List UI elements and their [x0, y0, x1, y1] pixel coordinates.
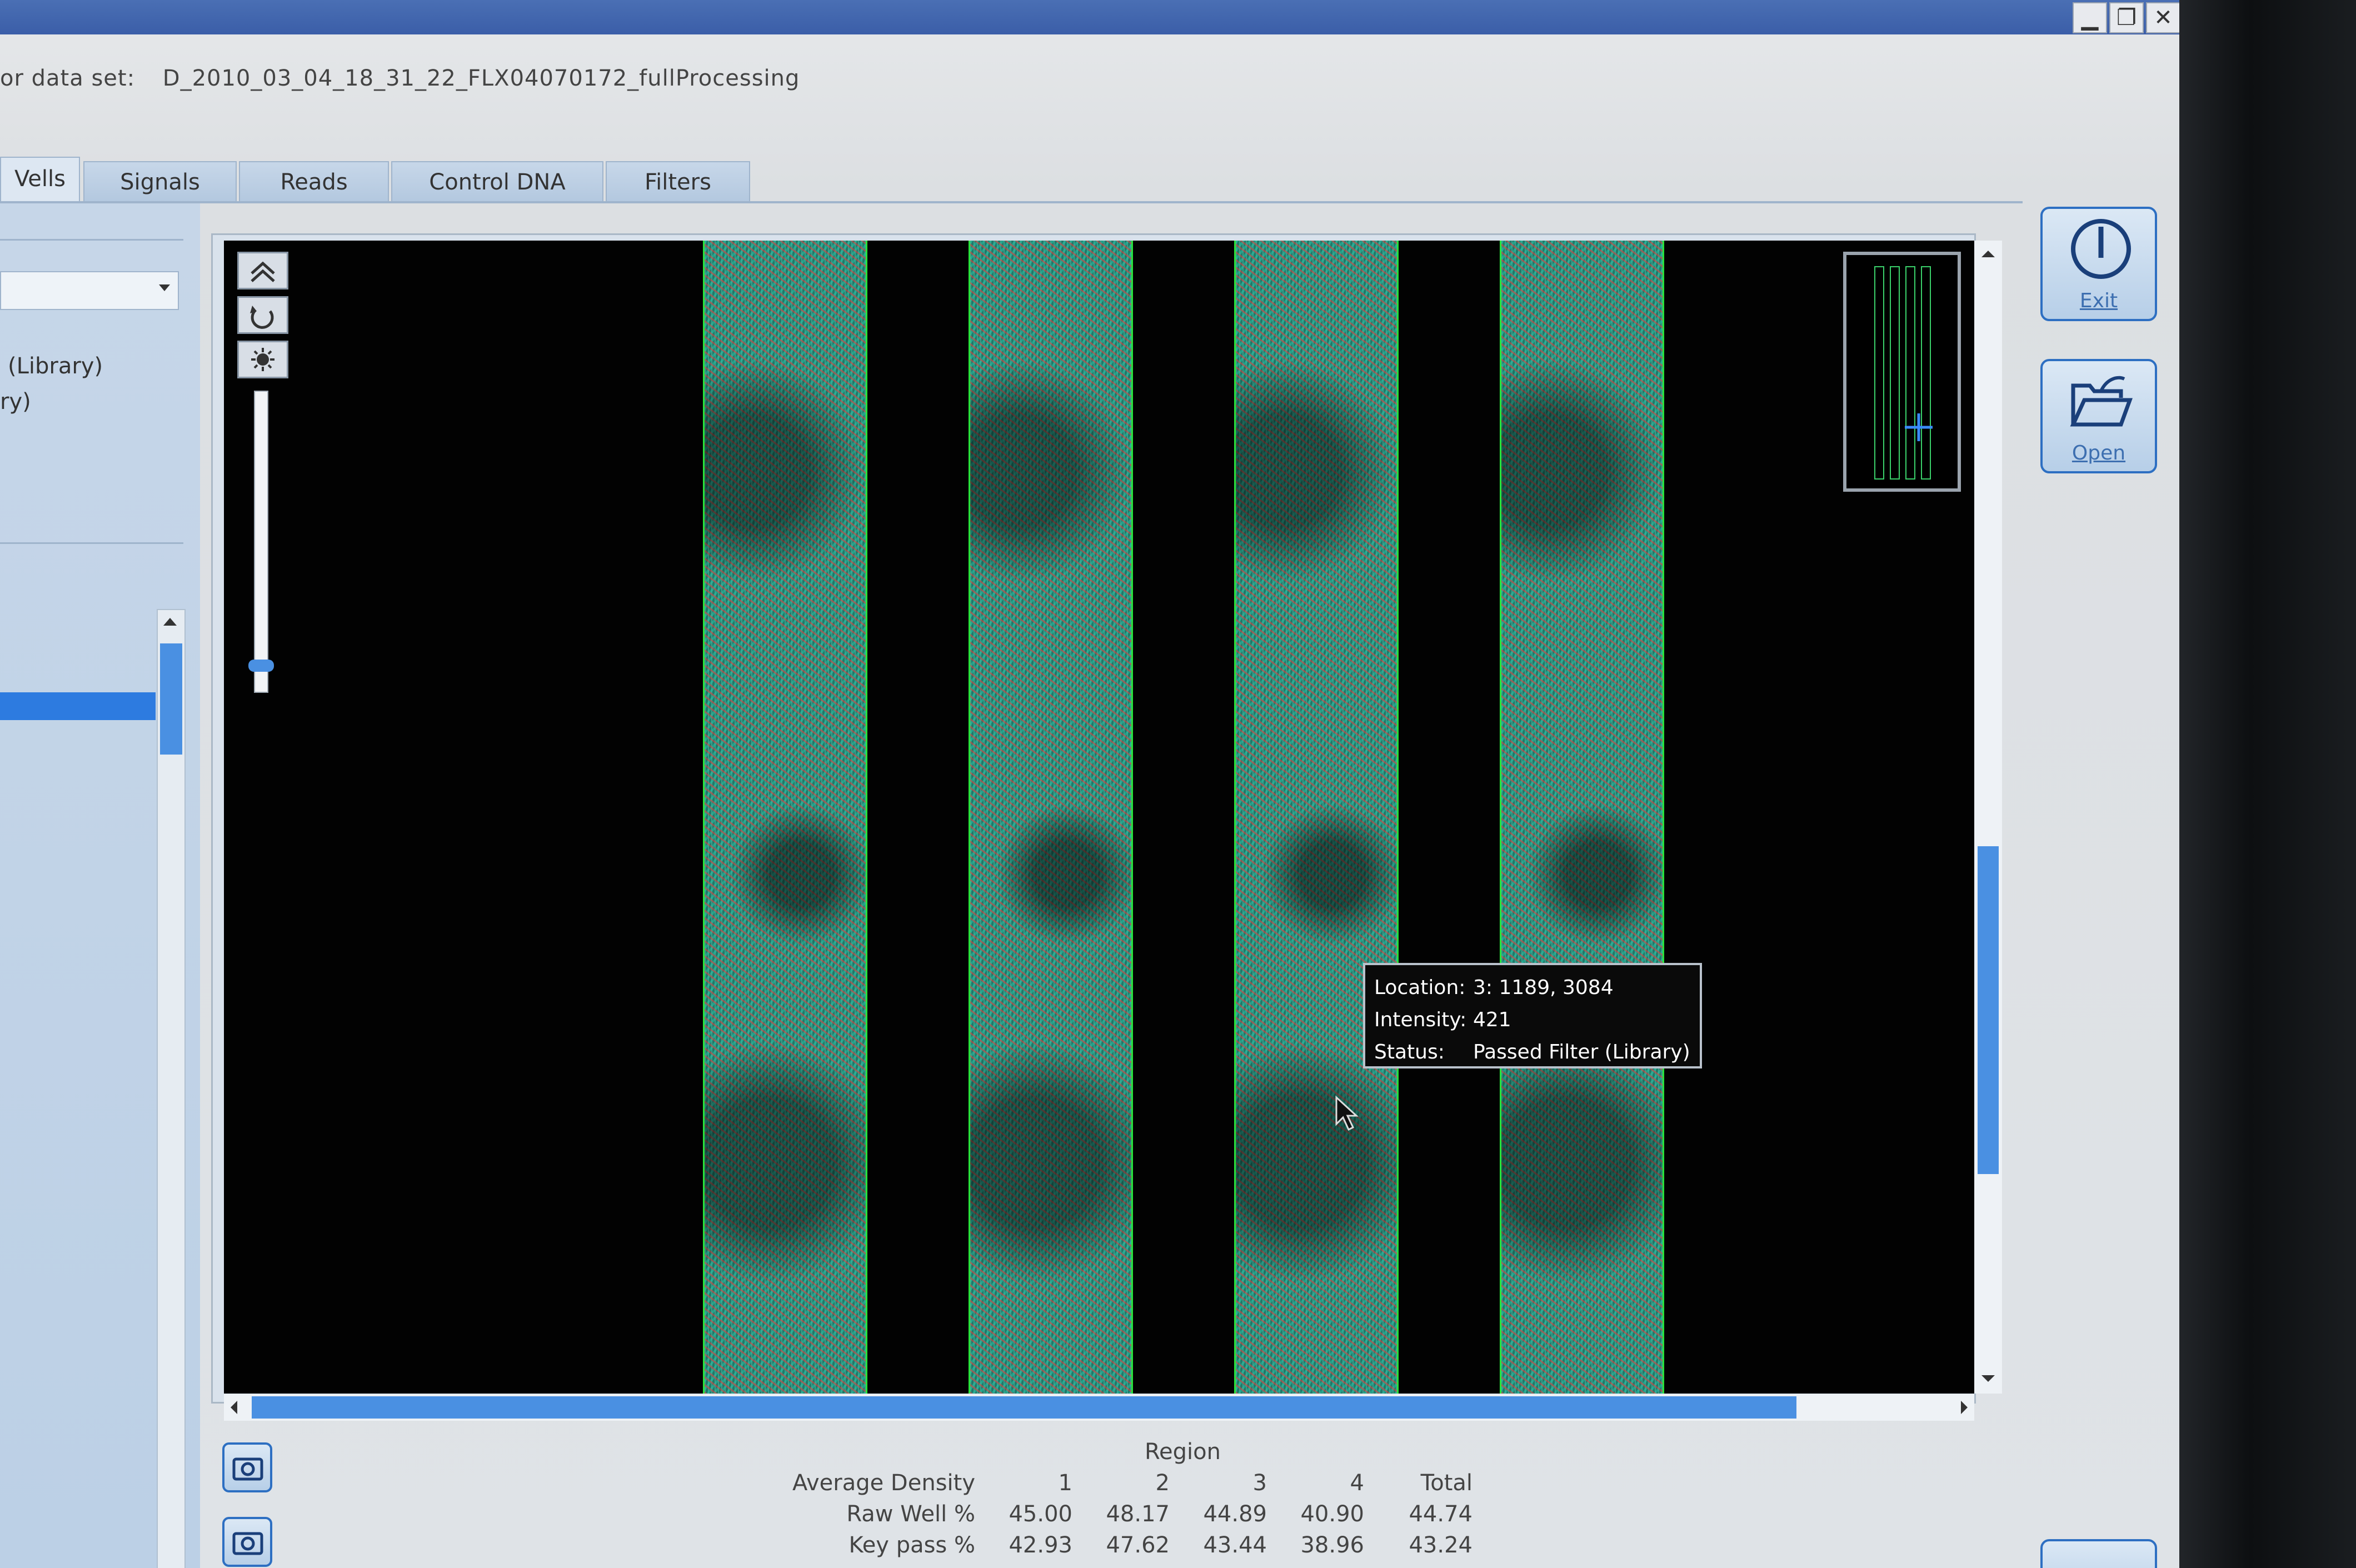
region-lane-2 — [969, 241, 1133, 1394]
minimap-lane — [1921, 266, 1931, 480]
region-title: Region — [1145, 1439, 1221, 1465]
stats-header-row: Average Density 1 2 3 4 Total — [789, 1470, 1478, 1498]
stats-header-1: 1 — [1058, 1470, 1072, 1496]
well-viewer: Location: 3: 1189, 3084 Intensity: 421 Sta… — [211, 233, 2002, 1421]
brightness-button[interactable] — [237, 341, 288, 378]
double-chevron-up-icon — [251, 261, 275, 282]
camera-icon — [232, 1532, 263, 1555]
open-label: Open — [2072, 442, 2126, 465]
list-scroll-thumb[interactable] — [160, 643, 182, 755]
horizontal-scroll-thumb[interactable] — [252, 1396, 1796, 1419]
region-lane-3 — [1234, 241, 1399, 1394]
stats-header-3: 3 — [1252, 1470, 1267, 1496]
snapshot-button[interactable] — [222, 1442, 272, 1492]
stats-cell: 42.93 — [1009, 1532, 1072, 1558]
zoom-slider-thumb[interactable] — [248, 659, 274, 672]
dataset-label: or data set: — [0, 66, 136, 91]
dataset-line: or data set: D_2010_03_04_18_31_22_FLX04… — [0, 66, 800, 91]
tab-control-dna[interactable]: Control DNA — [391, 161, 603, 202]
horizontal-scrollbar[interactable] — [224, 1394, 1974, 1421]
scroll-left-icon[interactable] — [229, 1401, 238, 1414]
plate-image-canvas[interactable]: Location: 3: 1189, 3084 Intensity: 421 Sta… — [224, 241, 1974, 1394]
tooltip-location-key: Location: — [1374, 976, 1466, 999]
monitor-bezel — [2179, 0, 2356, 1568]
crosshair-icon — [1905, 413, 1933, 441]
left-panel: (Library) ry) — [0, 203, 200, 1568]
folder-open-icon — [2070, 376, 2133, 427]
minimap-lane — [1905, 266, 1915, 480]
list-scrollbar[interactable] — [157, 609, 186, 1568]
list-item-selected[interactable] — [0, 692, 156, 720]
exit-button[interactable]: Exit — [2040, 207, 2157, 321]
stats-cell: 40.90 — [1300, 1501, 1364, 1527]
option-library[interactable]: (Library) — [8, 353, 103, 379]
vertical-scrollbar[interactable] — [1974, 241, 2002, 1394]
chevron-down-icon — [159, 284, 170, 291]
tab-wells[interactable]: Vells — [0, 157, 80, 203]
scroll-down-icon[interactable] — [1981, 1374, 1995, 1383]
region-lane-4 — [1500, 241, 1664, 1394]
option-library-2[interactable]: ry) — [0, 389, 31, 415]
filter-dropdown[interactable] — [0, 271, 179, 310]
sun-icon — [251, 348, 274, 371]
extra-button[interactable] — [2040, 1539, 2157, 1568]
exit-label: Exit — [2079, 289, 2118, 312]
stats-header-total: Total — [1420, 1470, 1473, 1496]
close-button[interactable]: ✕ — [2146, 2, 2179, 33]
stats-cell: 44.89 — [1203, 1501, 1267, 1527]
dataset-value: D_2010_03_04_18_31_22_FLX04070172_fullPr… — [162, 66, 800, 91]
minimap-lane — [1890, 266, 1900, 480]
stats-cell-total: 44.74 — [1409, 1501, 1473, 1527]
stats-row-label: Key pass % — [848, 1532, 975, 1558]
stats-row-key-pass: Key pass % 42.93 47.62 43.44 38.96 43.24 — [789, 1532, 1478, 1560]
stats-cell: 38.96 — [1300, 1532, 1364, 1558]
well-tooltip: Location: 3: 1189, 3084 Intensity: 421 Sta… — [1363, 963, 1702, 1068]
camera-icon — [232, 1457, 263, 1481]
snapshot-button-2[interactable] — [222, 1517, 272, 1567]
overview-minimap[interactable] — [1843, 252, 1961, 492]
tooltip-status-key: Status: — [1374, 1041, 1445, 1063]
stats-header-label: Average Density — [792, 1470, 975, 1496]
stats-row-raw-well: Raw Well % 45.00 48.17 44.89 40.90 44.74 — [789, 1501, 1478, 1529]
tab-signals[interactable]: Signals — [83, 161, 237, 202]
scroll-up-icon[interactable] — [163, 618, 177, 626]
stats-cell: 45.00 — [1009, 1501, 1072, 1527]
zoom-slider[interactable] — [248, 391, 274, 693]
tab-filters[interactable]: Filters — [606, 161, 750, 202]
scroll-right-icon[interactable] — [1960, 1401, 1969, 1414]
stats-header-4: 4 — [1350, 1470, 1364, 1496]
tooltip-intensity-value: 421 — [1473, 1008, 1511, 1031]
open-button[interactable]: Open — [2040, 359, 2157, 473]
tooltip-status-value: Passed Filter (Library) — [1473, 1041, 1690, 1063]
divider — [0, 239, 183, 241]
title-bar: ▁ ❐ ✕ — [0, 0, 2179, 34]
stats-header-2: 2 — [1155, 1470, 1170, 1496]
vertical-scroll-thumb[interactable] — [1978, 846, 1999, 1174]
maximize-button[interactable]: ❐ — [2109, 2, 2144, 33]
stats-row-label: Raw Well % — [846, 1501, 975, 1527]
stats-cell: 43.44 — [1203, 1532, 1267, 1558]
reset-view-button[interactable] — [237, 296, 288, 334]
stats-cell: 47.62 — [1106, 1532, 1170, 1558]
stats-cell-total: 43.24 — [1409, 1532, 1473, 1558]
scroll-up-icon[interactable] — [1981, 249, 1995, 258]
stats-cell: 48.17 — [1106, 1501, 1170, 1527]
region-lane-1 — [703, 241, 867, 1394]
tooltip-location-value: 3: 1189, 3084 — [1473, 976, 1614, 999]
zoom-fit-button[interactable] — [237, 252, 288, 289]
screen: ▁ ❐ ✕ or data set: D_2010_03_04_18_31_22… — [0, 0, 2179, 1568]
tab-reads[interactable]: Reads — [239, 161, 389, 202]
rotate-icon — [250, 306, 274, 329]
tooltip-intensity-key: Intensity: — [1374, 1008, 1467, 1031]
minimap-lane — [1874, 266, 1884, 480]
minimize-button[interactable]: ▁ — [2073, 2, 2107, 33]
power-icon — [2071, 219, 2131, 279]
tab-row-line — [0, 201, 2023, 203]
divider — [0, 542, 183, 544]
mouse-pointer-icon — [1335, 1095, 1359, 1131]
